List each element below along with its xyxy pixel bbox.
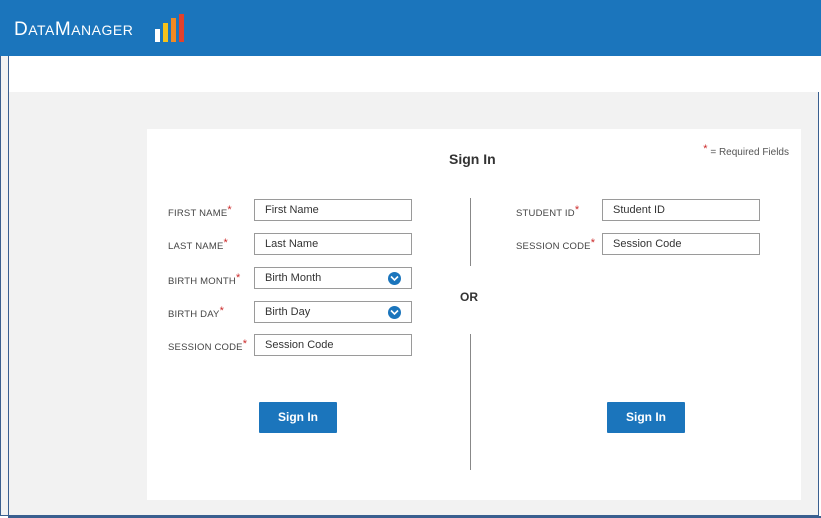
app-header: DATAMANAGER [0,0,821,56]
required-star: * [703,143,708,155]
session-code-label-right: SESSION CODE* [516,237,596,252]
chevron-down-icon [388,306,401,319]
toolbar-strip [9,56,821,92]
student-id-label: STUDENT ID* [516,204,580,219]
or-separator: OR [460,290,478,304]
first-name-label: FIRST NAME* [168,204,232,219]
page-title: Sign In [449,151,496,167]
frame-edge [8,56,9,518]
birth-day-select[interactable]: Birth Day [254,301,412,323]
birth-day-label: BIRTH DAY* [168,305,225,320]
divider-top [470,198,471,266]
app-logo-text: DATAMANAGER [14,19,134,40]
required-fields-note: * = Required Fields [703,143,789,158]
sign-in-card: * = Required Fields Sign In FIRST NAME* … [147,129,801,500]
chevron-down-icon [388,272,401,285]
student-id-field[interactable]: Student ID [602,199,760,221]
session-code-label: SESSION CODE* [168,338,248,353]
bar-chart-logo-icon [155,14,184,42]
required-note-text: = Required Fields [710,147,789,158]
birth-month-select[interactable]: Birth Month [254,267,412,289]
divider-bottom [470,334,471,470]
last-name-field[interactable]: Last Name [254,233,412,255]
sign-in-button[interactable]: Sign In [259,402,337,433]
last-name-label: LAST NAME* [168,237,228,252]
birth-month-label: BIRTH MONTH* [168,272,241,287]
first-name-field[interactable]: First Name [254,199,412,221]
session-code-field-right[interactable]: Session Code [602,233,760,255]
session-code-field[interactable]: Session Code [254,334,412,356]
sign-in-button-right[interactable]: Sign In [607,402,685,433]
